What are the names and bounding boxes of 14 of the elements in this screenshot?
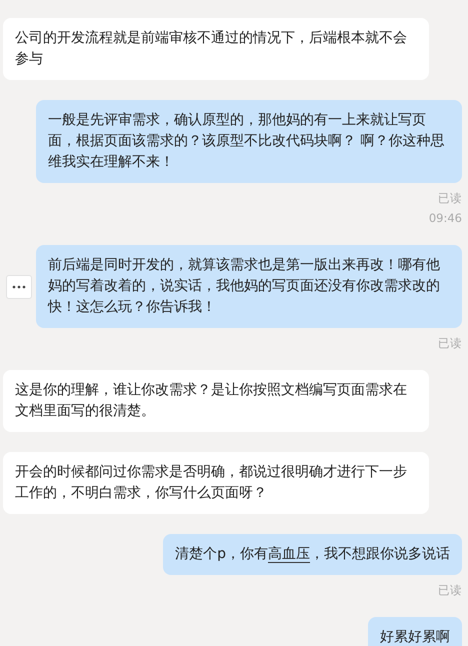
sent-message-bubble: 清楚个p，你有高血压，我不想跟你说多说话 — [163, 534, 462, 575]
sent-message-bubble: 一般是先评审需求，确认原型的，那他妈的有一上来就让写页面，根据页面该需求的？该原型不比改代码块啊？ 啊？你这种思维我实在理解不来！ — [36, 100, 462, 183]
more-icon — [12, 284, 26, 288]
read-status: 已读 — [438, 336, 462, 350]
read-status: 已读 — [438, 191, 462, 205]
sent-message-bubble: 好累好累啊 — [368, 617, 462, 646]
keyword-link[interactable]: 高血压 — [268, 546, 310, 563]
more-button[interactable] — [6, 274, 32, 298]
received-message-bubble: 公司的开发流程就是前端审核不通过的情况下，后端根本就不会参与 — [3, 18, 429, 80]
message-time: 09:46 — [428, 211, 462, 225]
received-message-bubble: 这是你的理解，谁让你改需求？是让你按照文档编写页面需求在文档里面写的很清楚。 — [3, 370, 429, 432]
read-status: 已读 — [438, 583, 462, 597]
sent-message-bubble: 前后端是同时开发的，就算该需求也是第一版出来再改！哪有他妈的写着改着的，说实话，我他妈的写页面还没有你改需求改的快！这怎么玩？你告诉我！ — [36, 245, 462, 328]
received-message-bubble: 开会的时候都问过你需求是否明确，都说过很明确才进行下一步工作的，不明白需求，你写什么页面呀？ — [3, 452, 429, 514]
